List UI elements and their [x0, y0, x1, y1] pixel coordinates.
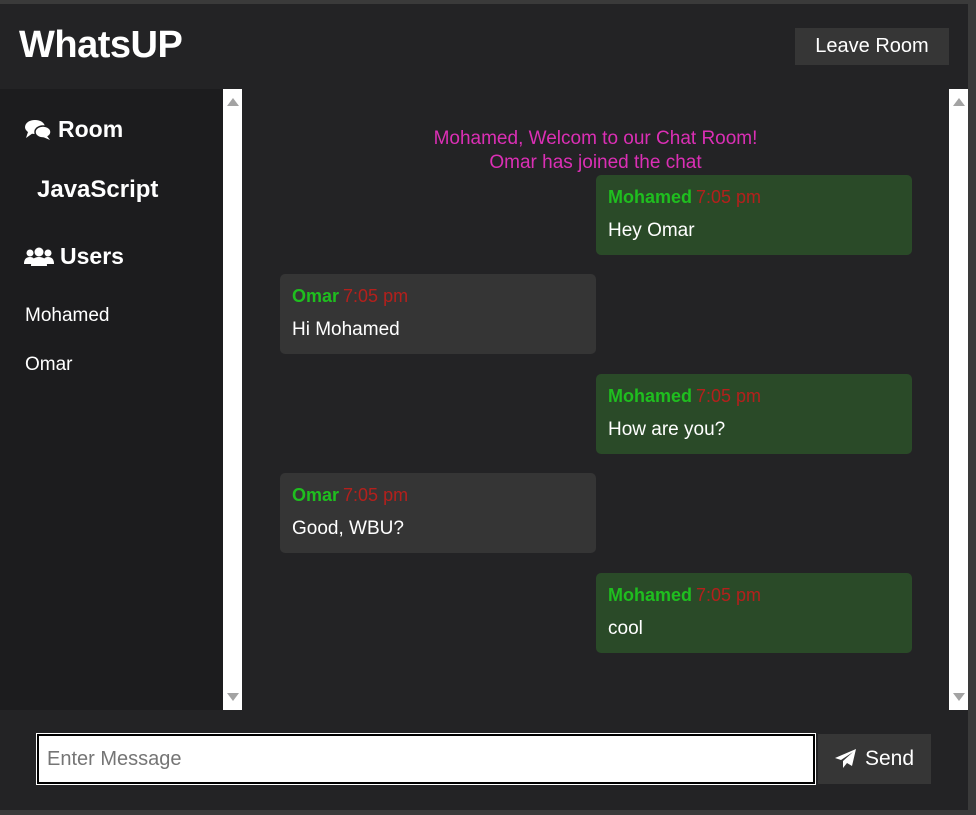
message-text: How are you? — [608, 419, 726, 440]
message-time: 7:05 pm — [343, 286, 409, 306]
sidebar: Room JavaScript Users Mohamed Omar — [0, 89, 223, 710]
scroll-up-arrow-icon[interactable] — [953, 98, 965, 106]
message-text: cool — [608, 618, 643, 639]
message-bubble: Omar 7:05 pm Hi Mohamed — [280, 274, 596, 354]
message-time: 7:05 pm — [696, 585, 762, 605]
message-input[interactable] — [36, 733, 816, 785]
send-button[interactable]: Send — [818, 734, 931, 784]
users-icon — [24, 247, 54, 266]
user-item: Omar — [25, 354, 73, 375]
room-heading: Room — [24, 116, 123, 143]
paper-plane-icon — [834, 749, 856, 768]
message-username: Omar — [292, 286, 340, 306]
message-time: 7:05 pm — [696, 187, 762, 207]
message-time: 7:05 pm — [696, 386, 762, 406]
message-meta: Omar 7:05 pm — [292, 286, 408, 307]
message-composer: Send — [0, 710, 968, 810]
sidebar-scrollbar[interactable] — [223, 89, 242, 710]
scroll-down-arrow-icon[interactable] — [953, 693, 965, 701]
message-time: 7:05 pm — [343, 485, 409, 505]
users-heading-label: Users — [60, 243, 124, 269]
message-username: Mohamed — [608, 386, 693, 406]
message-meta: Mohamed 7:05 pm — [608, 585, 761, 606]
message-text: Hey Omar — [608, 220, 695, 241]
header: WhatsUP Leave Room — [0, 4, 968, 89]
message-meta: Mohamed 7:05 pm — [608, 187, 761, 208]
message-text: Hi Mohamed — [292, 319, 400, 340]
message-username: Mohamed — [608, 585, 693, 605]
message-meta: Mohamed 7:05 pm — [608, 386, 761, 407]
message-bubble: Mohamed 7:05 pm How are you? — [596, 374, 912, 454]
app-title: WhatsUP — [19, 24, 183, 66]
send-button-label: Send — [864, 747, 915, 770]
chat-messages: Mohamed, Welcom to our Chat Room! Omar h… — [242, 89, 949, 710]
system-message: Mohamed, Welcom to our Chat Room! — [433, 128, 758, 149]
comments-icon — [25, 119, 52, 140]
room-name: JavaScript — [37, 176, 159, 203]
chat-scrollbar[interactable] — [949, 89, 968, 710]
message-meta: Omar 7:05 pm — [292, 485, 408, 506]
user-item: Mohamed — [25, 305, 110, 326]
chat-app: WhatsUP Leave Room Room JavaScript Users… — [0, 4, 968, 810]
message-bubble: Omar 7:05 pm Good, WBU? — [280, 473, 596, 553]
message-username: Omar — [292, 485, 340, 505]
scroll-down-arrow-icon[interactable] — [227, 693, 239, 701]
message-text: Good, WBU? — [292, 518, 404, 539]
message-username: Mohamed — [608, 187, 693, 207]
leave-room-button[interactable]: Leave Room — [795, 28, 949, 65]
scroll-up-arrow-icon[interactable] — [227, 98, 239, 106]
message-bubble: Mohamed 7:05 pm Hey Omar — [596, 175, 912, 255]
message-bubble: Mohamed 7:05 pm cool — [596, 573, 912, 653]
system-message: Omar has joined the chat — [489, 152, 702, 173]
users-heading: Users — [24, 243, 124, 270]
room-heading-label: Room — [58, 116, 124, 142]
